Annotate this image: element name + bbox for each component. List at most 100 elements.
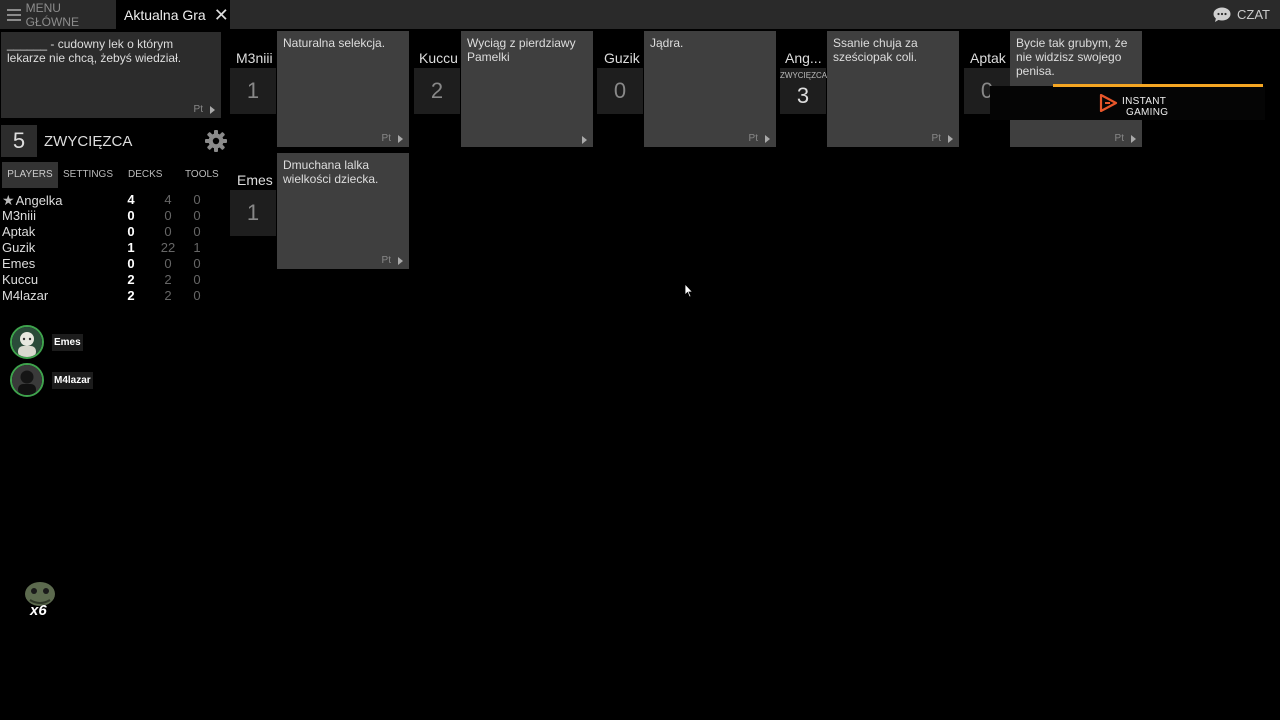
player-name: M4lazar bbox=[2, 288, 49, 303]
win-goal-number: 5 bbox=[1, 125, 37, 157]
player-name: Kuccu bbox=[2, 272, 39, 287]
reaction-badge: x6 bbox=[22, 578, 58, 622]
mouse-cursor-icon bbox=[684, 283, 694, 298]
chat-button[interactable]: CZAT bbox=[1213, 0, 1270, 29]
white-card[interactable]: Naturalna selekcja. Pt bbox=[277, 31, 409, 147]
tab-tools[interactable]: TOOLS bbox=[185, 162, 219, 188]
player-wins: 0 bbox=[193, 224, 201, 239]
player-wins: 0 bbox=[193, 192, 201, 207]
white-card-text: Naturalna selekcja. bbox=[283, 36, 386, 50]
white-card[interactable]: Jądra. Pt bbox=[644, 31, 776, 147]
white-card-text: Bycie tak grubym, że nie widzisz swojego… bbox=[1016, 36, 1128, 78]
play-icon bbox=[765, 134, 770, 143]
black-card-pt[interactable]: Pt bbox=[194, 104, 215, 115]
black-card-text: ______ - cudowny lek o którym lekarze ni… bbox=[7, 37, 182, 65]
white-card-pt[interactable]: Pt bbox=[382, 133, 403, 144]
player-name: Aptak bbox=[2, 224, 36, 239]
white-card-pt[interactable]: Pt bbox=[382, 255, 403, 266]
player-score: 0 bbox=[127, 224, 135, 239]
white-card-pt[interactable] bbox=[575, 136, 587, 144]
winner-label: ZWYCIĘZCA bbox=[780, 71, 828, 80]
player-row[interactable]: M3niii 0 0 0 bbox=[0, 208, 230, 224]
pt-label: Pt bbox=[381, 255, 391, 266]
pt-label: Pt bbox=[748, 133, 758, 144]
black-card: ______ - cudowny lek o którym lekarze ni… bbox=[1, 32, 221, 118]
player-wins: 0 bbox=[193, 288, 201, 303]
player-row[interactable]: Emes 0 0 0 bbox=[0, 256, 230, 272]
main-menu-button[interactable]: MENU GŁÓWNE bbox=[0, 0, 115, 29]
submission-score: 2 bbox=[414, 68, 460, 114]
voice-user[interactable]: Emes bbox=[10, 325, 83, 359]
ad-text-line2: GAMING bbox=[1126, 107, 1169, 118]
chat-icon bbox=[1213, 7, 1231, 22]
player-name: M3niii bbox=[2, 208, 36, 223]
white-card-pt[interactable]: Pt bbox=[749, 133, 770, 144]
player-total: 2 bbox=[164, 288, 172, 303]
submission-player-name: Kuccu bbox=[419, 50, 458, 66]
player-wins: 0 bbox=[193, 256, 201, 271]
play-icon bbox=[210, 105, 215, 114]
tab-current-game[interactable]: Aktualna Gra ✕ bbox=[116, 0, 230, 29]
player-row[interactable]: Guzik 1 22 1 bbox=[0, 240, 230, 256]
ad-text: INSTANT GAMING bbox=[1122, 96, 1168, 118]
tab-settings[interactable]: SETTINGS bbox=[63, 162, 113, 188]
win-goal-label: ZWYCIĘZCA bbox=[44, 133, 133, 150]
player-name: Emes bbox=[2, 256, 36, 271]
sidebar-tabs: PLAYERS SETTINGS DECKS TOOLS bbox=[0, 162, 230, 188]
play-icon bbox=[948, 134, 953, 143]
gear-icon[interactable] bbox=[204, 129, 228, 153]
player-score: 2 bbox=[127, 288, 135, 303]
white-card-text: Ssanie chuja za sześciopak coli. bbox=[833, 36, 918, 64]
ad-text-line1: INSTANT bbox=[1122, 96, 1167, 107]
white-card-pt[interactable]: Pt bbox=[1115, 133, 1136, 144]
player-score: 4 bbox=[127, 192, 135, 207]
submission-score-winner: ZWYCIĘZCA 3 bbox=[780, 68, 828, 114]
player-row[interactable]: Aptak 0 0 0 bbox=[0, 224, 230, 240]
white-card-text: Dmuchana lalka wielkości dziecka. bbox=[283, 158, 379, 186]
player-row[interactable]: ★Angelka 4 4 0 bbox=[0, 192, 230, 208]
avatar bbox=[10, 363, 44, 397]
player-total: 0 bbox=[164, 224, 172, 239]
main-menu-label: MENU GŁÓWNE bbox=[25, 0, 79, 29]
white-card[interactable]: Wyciąg z pierdziawy Pamelki bbox=[461, 31, 593, 147]
player-name: Angelka bbox=[15, 193, 63, 208]
voice-user-name: M4lazar bbox=[52, 371, 93, 389]
close-icon[interactable]: ✕ bbox=[214, 6, 229, 24]
white-card-pt[interactable]: Pt bbox=[932, 133, 953, 144]
submission-player-name: Guzik bbox=[604, 50, 640, 66]
submission-score: 1 bbox=[230, 68, 276, 114]
play-icon bbox=[398, 256, 403, 265]
white-card[interactable]: Ssanie chuja za sześciopak coli. Pt bbox=[827, 31, 959, 147]
voice-user-name: Emes bbox=[52, 333, 83, 351]
player-name: Guzik bbox=[2, 240, 36, 255]
ad-accent-strip bbox=[1053, 84, 1263, 87]
instant-gaming-logo-icon bbox=[1099, 94, 1118, 112]
submission-player-name: Aptak bbox=[970, 50, 1006, 66]
player-wins: 1 bbox=[193, 240, 201, 255]
player-row[interactable]: Kuccu 2 2 0 bbox=[0, 272, 230, 288]
chat-label: CZAT bbox=[1237, 7, 1270, 22]
players-table: ★Angelka 4 4 0 M3niii 0 0 0 Aptak 0 0 0 … bbox=[0, 192, 230, 304]
player-total: 22 bbox=[160, 240, 176, 255]
top-bar: MENU GŁÓWNE Aktualna Gra ✕ CZAT bbox=[0, 0, 1280, 29]
tab-players[interactable]: PLAYERS bbox=[2, 162, 58, 188]
submission-score: 3 bbox=[796, 83, 810, 108]
pt-label: Pt bbox=[931, 133, 941, 144]
player-wins: 0 bbox=[193, 272, 201, 287]
player-row[interactable]: M4lazar 2 2 0 bbox=[0, 288, 230, 304]
pt-label: Pt bbox=[1114, 133, 1124, 144]
play-icon bbox=[398, 134, 403, 143]
submission-player-name: Ang... bbox=[785, 50, 822, 66]
player-total: 4 bbox=[164, 192, 172, 207]
tab-current-game-label: Aktualna Gra bbox=[124, 6, 206, 23]
submission-player-name: Emes bbox=[237, 172, 273, 188]
play-icon bbox=[582, 136, 587, 144]
tab-decks[interactable]: DECKS bbox=[128, 162, 162, 188]
voice-user[interactable]: M4lazar bbox=[10, 363, 93, 397]
submission-player-name: M3niii bbox=[236, 50, 273, 66]
white-card[interactable]: Dmuchana lalka wielkości dziecka. Pt bbox=[277, 153, 409, 269]
white-card-text: Jądra. bbox=[650, 36, 684, 50]
ad-banner[interactable]: INSTANT GAMING bbox=[990, 84, 1265, 120]
pt-label: Pt bbox=[193, 104, 203, 115]
player-total: 0 bbox=[164, 256, 172, 271]
